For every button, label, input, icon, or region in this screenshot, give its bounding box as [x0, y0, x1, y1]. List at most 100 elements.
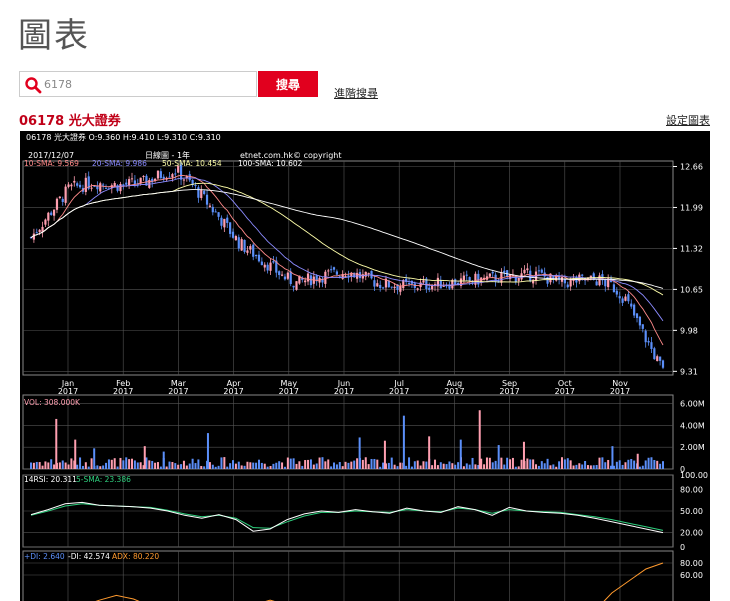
volume-bar	[566, 458, 569, 469]
candle-body	[226, 217, 229, 223]
volume-bar	[321, 457, 324, 469]
candle-body	[581, 274, 584, 276]
candle-body	[503, 270, 506, 273]
search-button[interactable]: 搜尋	[258, 71, 318, 97]
chart-settings-link[interactable]: 設定圖表	[666, 112, 710, 128]
candle-body	[229, 222, 232, 234]
candle-body	[647, 340, 650, 343]
candle-body	[390, 286, 393, 288]
candle-body	[156, 170, 160, 179]
candle-body	[220, 217, 223, 226]
adx-label: ADX: 80.220	[112, 552, 159, 561]
volume-bar	[200, 465, 203, 469]
volume-bar	[413, 461, 416, 469]
volume-bar	[214, 466, 217, 469]
candle-body	[280, 274, 284, 276]
candle-body	[122, 184, 125, 186]
volume-tick-label: 6.00M	[680, 400, 705, 409]
volume-bar	[485, 457, 488, 469]
candle-body	[517, 277, 520, 281]
candle-body	[58, 196, 61, 199]
volume-bar	[422, 461, 425, 469]
volume-bar	[180, 464, 183, 469]
volume-bar	[30, 462, 32, 469]
candle-body	[254, 255, 258, 257]
candle-body	[468, 277, 471, 281]
candle-body	[260, 261, 263, 266]
volume-bar	[382, 462, 385, 469]
volume-bar	[439, 462, 442, 469]
volume-bar	[243, 465, 246, 469]
volume-bar	[84, 462, 87, 469]
volume-bar	[347, 462, 350, 469]
candle-body	[200, 189, 203, 199]
candle-body	[641, 324, 644, 329]
volume-bar	[275, 462, 278, 469]
volume-bar	[96, 465, 99, 469]
volume-spike	[611, 446, 614, 469]
candle-body	[638, 316, 642, 326]
volume-bar	[376, 459, 379, 469]
candle-body	[286, 272, 289, 279]
candle-body	[526, 268, 529, 271]
candle-body	[197, 187, 200, 198]
candle-body	[598, 275, 601, 286]
volume-bar	[367, 464, 370, 469]
volume-bar	[572, 465, 575, 469]
volume-bar	[185, 465, 188, 469]
x-tick-year: 2017	[334, 387, 354, 396]
volume-spike	[93, 448, 96, 469]
candle-body	[621, 298, 624, 303]
volume-bar	[298, 461, 301, 469]
candle-body	[231, 231, 235, 238]
volume-bar	[442, 463, 445, 469]
x-tick-year: 2017	[279, 387, 299, 396]
volume-bar	[555, 466, 558, 469]
volume-bar	[488, 457, 491, 469]
candle-body	[38, 229, 41, 233]
volume-bar	[116, 466, 119, 469]
candle-body	[203, 190, 206, 194]
volume-bar	[125, 457, 128, 469]
volume-bar	[50, 459, 53, 469]
volume-bar	[223, 457, 226, 469]
volume-bar	[462, 466, 465, 469]
volume-bar	[387, 462, 390, 469]
volume-bar	[107, 459, 110, 469]
volume-bar	[589, 465, 592, 469]
volume-bar	[182, 460, 185, 469]
candle-body	[52, 209, 56, 216]
rsi-tick-label: 100.00	[680, 471, 708, 480]
volume-bar	[537, 465, 540, 469]
candle-body	[116, 185, 119, 191]
volume-bar	[558, 461, 561, 469]
volume-bar	[99, 466, 102, 469]
volume-bar	[431, 465, 434, 469]
volume-bar	[647, 457, 650, 469]
volume-bar	[650, 457, 653, 469]
candle-body	[159, 171, 162, 178]
candle-body	[249, 246, 252, 250]
candle-body	[93, 186, 96, 188]
candle-body	[283, 276, 287, 280]
candle-body	[73, 180, 76, 183]
candle-body	[428, 287, 431, 290]
volume-bar	[102, 465, 105, 469]
volume-bar	[246, 461, 249, 469]
sma20-line	[30, 177, 664, 322]
volume-bar	[483, 464, 486, 469]
volume-bar	[529, 459, 532, 469]
candle-body	[304, 280, 307, 283]
price-tick-label: 11.99	[680, 203, 703, 212]
advanced-search-link[interactable]: 進階搜尋	[334, 85, 378, 101]
search-input[interactable]	[44, 75, 244, 93]
rsi-tick-label: 20.00	[680, 529, 703, 538]
volume-bar	[278, 461, 281, 469]
volume-bar	[269, 466, 272, 469]
candle-body	[540, 269, 543, 273]
volume-bar	[272, 463, 275, 469]
volume-bar	[211, 464, 214, 469]
volume-bar	[283, 466, 286, 469]
candle-body	[44, 219, 47, 225]
volume-bar	[148, 460, 151, 469]
